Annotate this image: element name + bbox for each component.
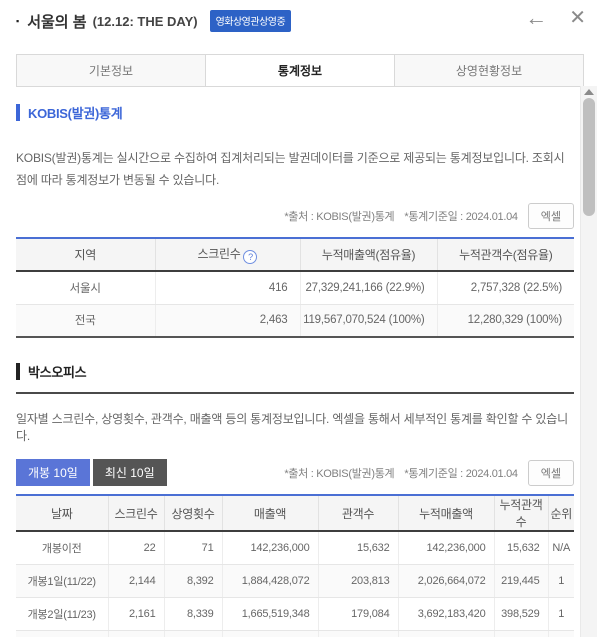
scrollbar-thumb[interactable] — [583, 98, 595, 216]
cell-audience: 203,813 — [318, 564, 398, 597]
panel-header: ▪ 서울의 봄 (12.12: THE DAY) 영화상영관상영중 ← ✕ — [0, 0, 600, 52]
cell-cum-revenue: 6,346,182,980 — [398, 630, 494, 637]
title-bullet-icon: ▪ — [16, 16, 19, 26]
boxoffice-source-label: *출처 : KOBIS(발권)통계 — [284, 465, 394, 481]
cell-cum-audience: 219,445 — [494, 564, 548, 597]
cell-revenue: 142,236,000 — [222, 531, 318, 564]
section-accent-bar — [16, 104, 20, 121]
col-showings: 상영횟수 — [164, 495, 222, 531]
boxoffice-section-title: 박스오피스 — [28, 362, 86, 381]
cell-date: 개봉이전 — [16, 531, 108, 564]
tab-bar: 기본정보 통계정보 상영현황정보 — [16, 54, 584, 87]
boxoffice-description: 일자별 스크린수, 상영횟수, 관객수, 매출액 등의 통계정보입니다. 엑셀을… — [16, 410, 574, 444]
kobis-section: KOBIS(발권)통계 KOBIS(발권)통계는 실시간으로 수집하여 집계처리… — [16, 103, 574, 338]
tab-statistics[interactable]: 통계정보 — [206, 55, 395, 86]
cell-revenue: 1,884,428,072 — [222, 564, 318, 597]
movie-statistics-panel: ▪ 서울의 봄 (12.12: THE DAY) 영화상영관상영중 ← ✕ 기본… — [0, 0, 600, 637]
boxoffice-table-header-row: 날짜 스크린수 상영횟수 매출액 관객수 누적매출액 누적관객수 순위 — [16, 495, 574, 531]
cell-revenue: 2,653,999,560 — [222, 630, 318, 637]
status-badge: 영화상영관상영중 — [210, 10, 292, 32]
cell-rank: N/A — [548, 531, 574, 564]
period-toggle-group: 개봉 10일 최신 10일 — [16, 459, 167, 486]
vertical-scrollbar[interactable] — [580, 86, 597, 637]
section-accent-bar — [16, 363, 20, 380]
boxoffice-base-date-label: *통계기준일 : 2024.01.04 — [404, 465, 517, 481]
cell-date: 개봉2일(11/23) — [16, 597, 108, 630]
table-row-seoul: 서울시 416 27,329,241,166 (22.9%) 2,757,328… — [16, 271, 574, 304]
cell-rank: 1 — [548, 630, 574, 637]
boxoffice-table: 날짜 스크린수 상영횟수 매출액 관객수 누적매출액 누적관객수 순위 개봉이전 — [16, 494, 574, 637]
cell-showings: 8,339 — [164, 597, 222, 630]
cell-showings: 8,392 — [164, 564, 222, 597]
cell-cum-audience: 15,632 — [494, 531, 548, 564]
statistics-content: KOBIS(발권)통계 KOBIS(발권)통계는 실시간으로 수집하여 집계처리… — [0, 86, 580, 637]
scrollbar-up-arrow-icon[interactable] — [584, 89, 594, 95]
close-icon[interactable]: ✕ — [569, 6, 586, 30]
help-icon[interactable]: ? — [243, 250, 257, 264]
col-screens: 스크린수? — [155, 238, 300, 271]
cell-cum-revenue: 119,567,070,524 (100%) — [300, 304, 437, 337]
kobis-base-date-label: *통계기준일 : 2024.01.04 — [404, 208, 517, 224]
table-row-national: 전국 2,463 119,567,070,524 (100%) 12,280,3… — [16, 304, 574, 337]
boxoffice-excel-button[interactable]: 엑셀 — [528, 460, 574, 486]
cell-audience: 15,632 — [318, 531, 398, 564]
cell-cum-audience: 12,280,329 (100%) — [437, 304, 574, 337]
col-screens: 스크린수 — [108, 495, 164, 531]
cell-rank: 1 — [548, 564, 574, 597]
cell-revenue: 1,665,519,348 — [222, 597, 318, 630]
toggle-open-10days[interactable]: 개봉 10일 — [16, 459, 90, 486]
cell-showings: 71 — [164, 531, 222, 564]
cell-rank: 1 — [548, 597, 574, 630]
table-row-day1: 개봉1일(11/22) 2,144 8,392 1,884,428,072 20… — [16, 564, 574, 597]
cell-showings: 8,786 — [164, 630, 222, 637]
cell-screens: 416 — [155, 271, 300, 304]
col-revenue: 매출액 — [222, 495, 318, 531]
cell-cum-revenue: 142,236,000 — [398, 531, 494, 564]
toggle-recent-10days[interactable]: 최신 10일 — [93, 459, 167, 486]
tab-screening-status[interactable]: 상영현황정보 — [395, 55, 583, 86]
kobis-table: 지역 스크린수? 누적매출액(점유율) 누적관객수(점유율) 서울시 416 2… — [16, 237, 574, 338]
cell-screens: 2,204 — [108, 630, 164, 637]
cell-date: 개봉1일(11/22) — [16, 564, 108, 597]
col-date: 날짜 — [16, 495, 108, 531]
col-cum-audience-share: 누적관객수(점유율) — [437, 238, 574, 271]
col-cum-revenue: 누적매출액 — [398, 495, 494, 531]
boxoffice-section: 박스오피스 일자별 스크린수, 상영횟수, 관객수, 매출액 등의 통계정보입니… — [16, 362, 574, 637]
cell-screens: 2,161 — [108, 597, 164, 630]
kobis-table-header-row: 지역 스크린수? 누적매출액(점유율) 누적관객수(점유율) — [16, 238, 574, 271]
tab-basic-info[interactable]: 기본정보 — [17, 55, 206, 86]
cell-audience: 179,084 — [318, 597, 398, 630]
cell-screens: 22 — [108, 531, 164, 564]
col-cum-revenue-share: 누적매출액(점유율) — [300, 238, 437, 271]
cell-cum-revenue: 2,026,664,072 — [398, 564, 494, 597]
col-audience: 관객수 — [318, 495, 398, 531]
cell-cum-audience: 2,757,328 (22.5%) — [437, 271, 574, 304]
cell-cum-revenue: 3,692,183,420 — [398, 597, 494, 630]
kobis-description: KOBIS(발권)통계는 실시간으로 수집하여 집계처리되는 발권데이터를 기준… — [16, 148, 574, 191]
cell-audience: 274,611 — [318, 630, 398, 637]
back-icon[interactable]: ← — [525, 6, 547, 30]
cell-region: 전국 — [16, 304, 155, 337]
cell-cum-audience: 398,529 — [494, 597, 548, 630]
kobis-source-label: *출처 : KOBIS(발권)통계 — [284, 208, 394, 224]
col-rank: 순위 — [548, 495, 574, 531]
cell-screens: 2,463 — [155, 304, 300, 337]
table-row-day3: 개봉3일(11/24) 2,204 8,786 2,653,999,560 27… — [16, 630, 574, 637]
cell-region: 서울시 — [16, 271, 155, 304]
cell-screens: 2,144 — [108, 564, 164, 597]
col-cum-audience: 누적관객수 — [494, 495, 548, 531]
page-subtitle: (12.12: THE DAY) — [93, 14, 198, 29]
table-row-pre-release: 개봉이전 22 71 142,236,000 15,632 142,236,00… — [16, 531, 574, 564]
kobis-excel-button[interactable]: 엑셀 — [528, 203, 574, 229]
table-row-day2: 개봉2일(11/23) 2,161 8,339 1,665,519,348 17… — [16, 597, 574, 630]
col-region: 지역 — [16, 238, 155, 271]
kobis-section-title: KOBIS(발권)통계 — [28, 103, 122, 122]
page-title: 서울의 봄 — [27, 11, 86, 32]
cell-date: 개봉3일(11/24) — [16, 630, 108, 637]
cell-cum-revenue: 27,329,241,166 (22.9%) — [300, 271, 437, 304]
cell-cum-audience: 673,140 — [494, 630, 548, 637]
